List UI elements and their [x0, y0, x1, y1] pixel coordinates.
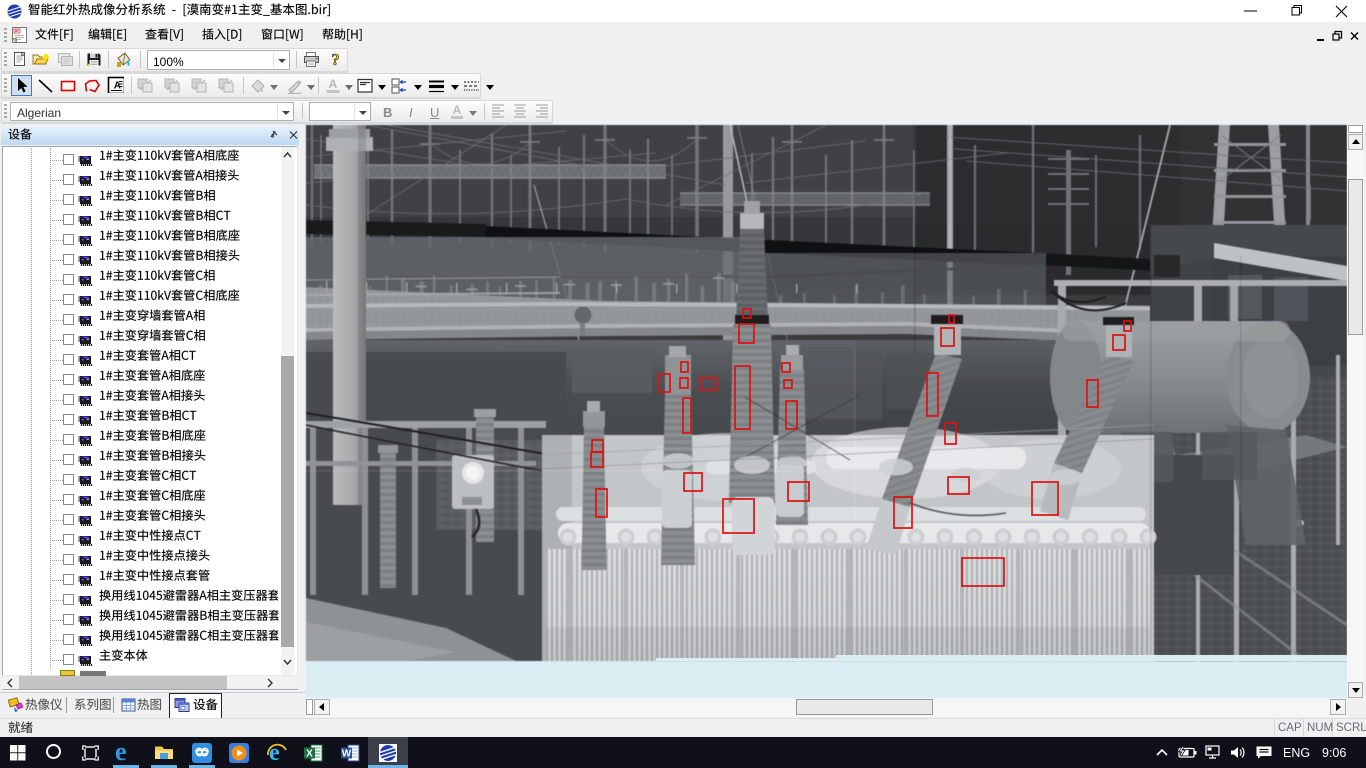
svg-text:A: A: [329, 77, 338, 91]
svg-text:?: ?: [331, 50, 340, 67]
svg-text:A: A: [453, 103, 462, 117]
svg-text:W: W: [342, 748, 352, 759]
svg-text:X: X: [306, 748, 313, 759]
